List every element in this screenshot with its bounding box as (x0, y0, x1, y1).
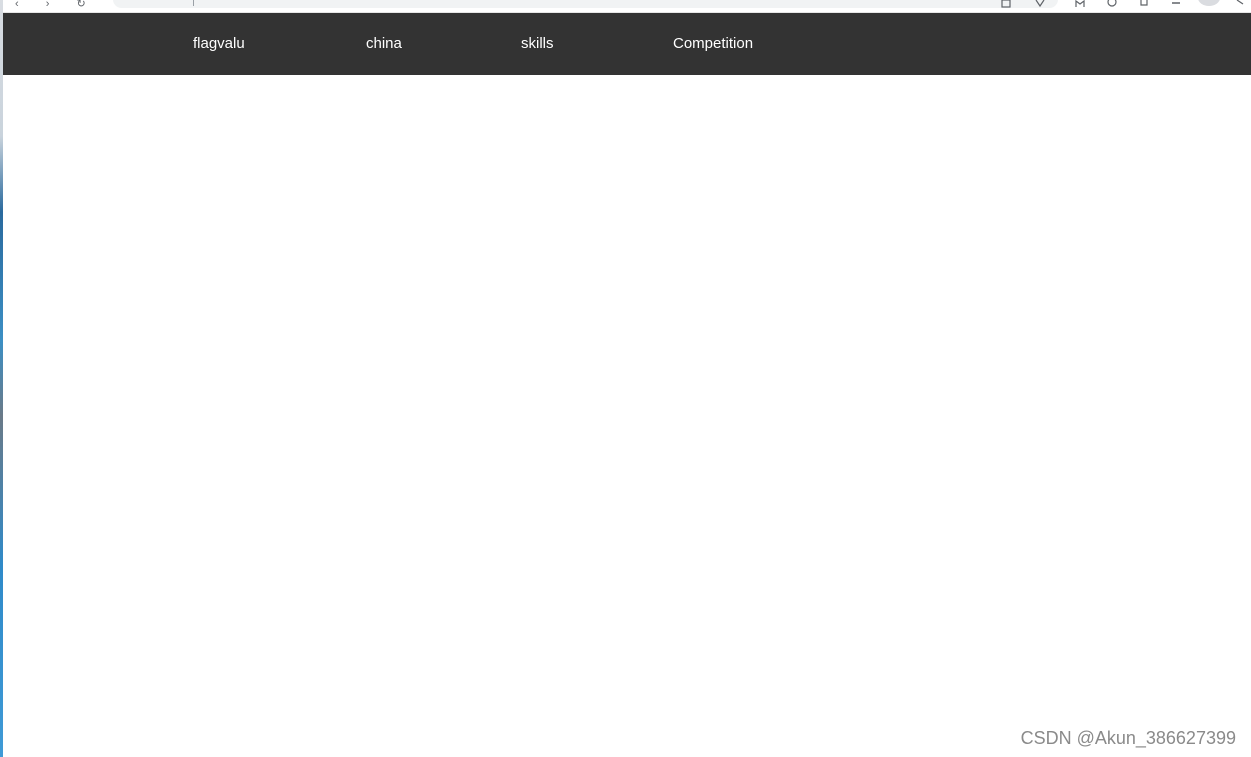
reading-list-icon[interactable] (1171, 0, 1181, 9)
extension-icon[interactable] (1075, 0, 1085, 9)
bookmark-star-icon[interactable] (1035, 0, 1045, 9)
text-caret-icon (193, 0, 194, 6)
nav-link-skills[interactable]: skills (521, 13, 554, 75)
profile-avatar[interactable] (1198, 0, 1220, 6)
translate-icon[interactable] (1001, 0, 1011, 9)
puzzle-icon[interactable] (1139, 0, 1149, 9)
menu-icon[interactable] (1235, 0, 1245, 9)
top-navigation-bar: flagvalu china skills Competition (3, 13, 1251, 75)
watermark-text: CSDN @Akun_386627399 (1020, 728, 1236, 748)
nav-link-flagvalu[interactable]: flagvalu (193, 13, 245, 75)
nav-link-competition[interactable]: Competition (673, 13, 753, 75)
back-forward-reload-icons[interactable]: ‹ › ↻ (15, 0, 98, 10)
address-bar[interactable] (113, 0, 1058, 8)
browser-toolbar: ‹ › ↻ (3, 0, 1251, 13)
nav-link-china[interactable]: china (366, 13, 402, 75)
sync-icon[interactable] (1107, 0, 1117, 9)
browser-viewport: ‹ › ↻ flagvalu china skills Competition … (0, 0, 1251, 757)
desktop-background-edge (0, 0, 3, 757)
